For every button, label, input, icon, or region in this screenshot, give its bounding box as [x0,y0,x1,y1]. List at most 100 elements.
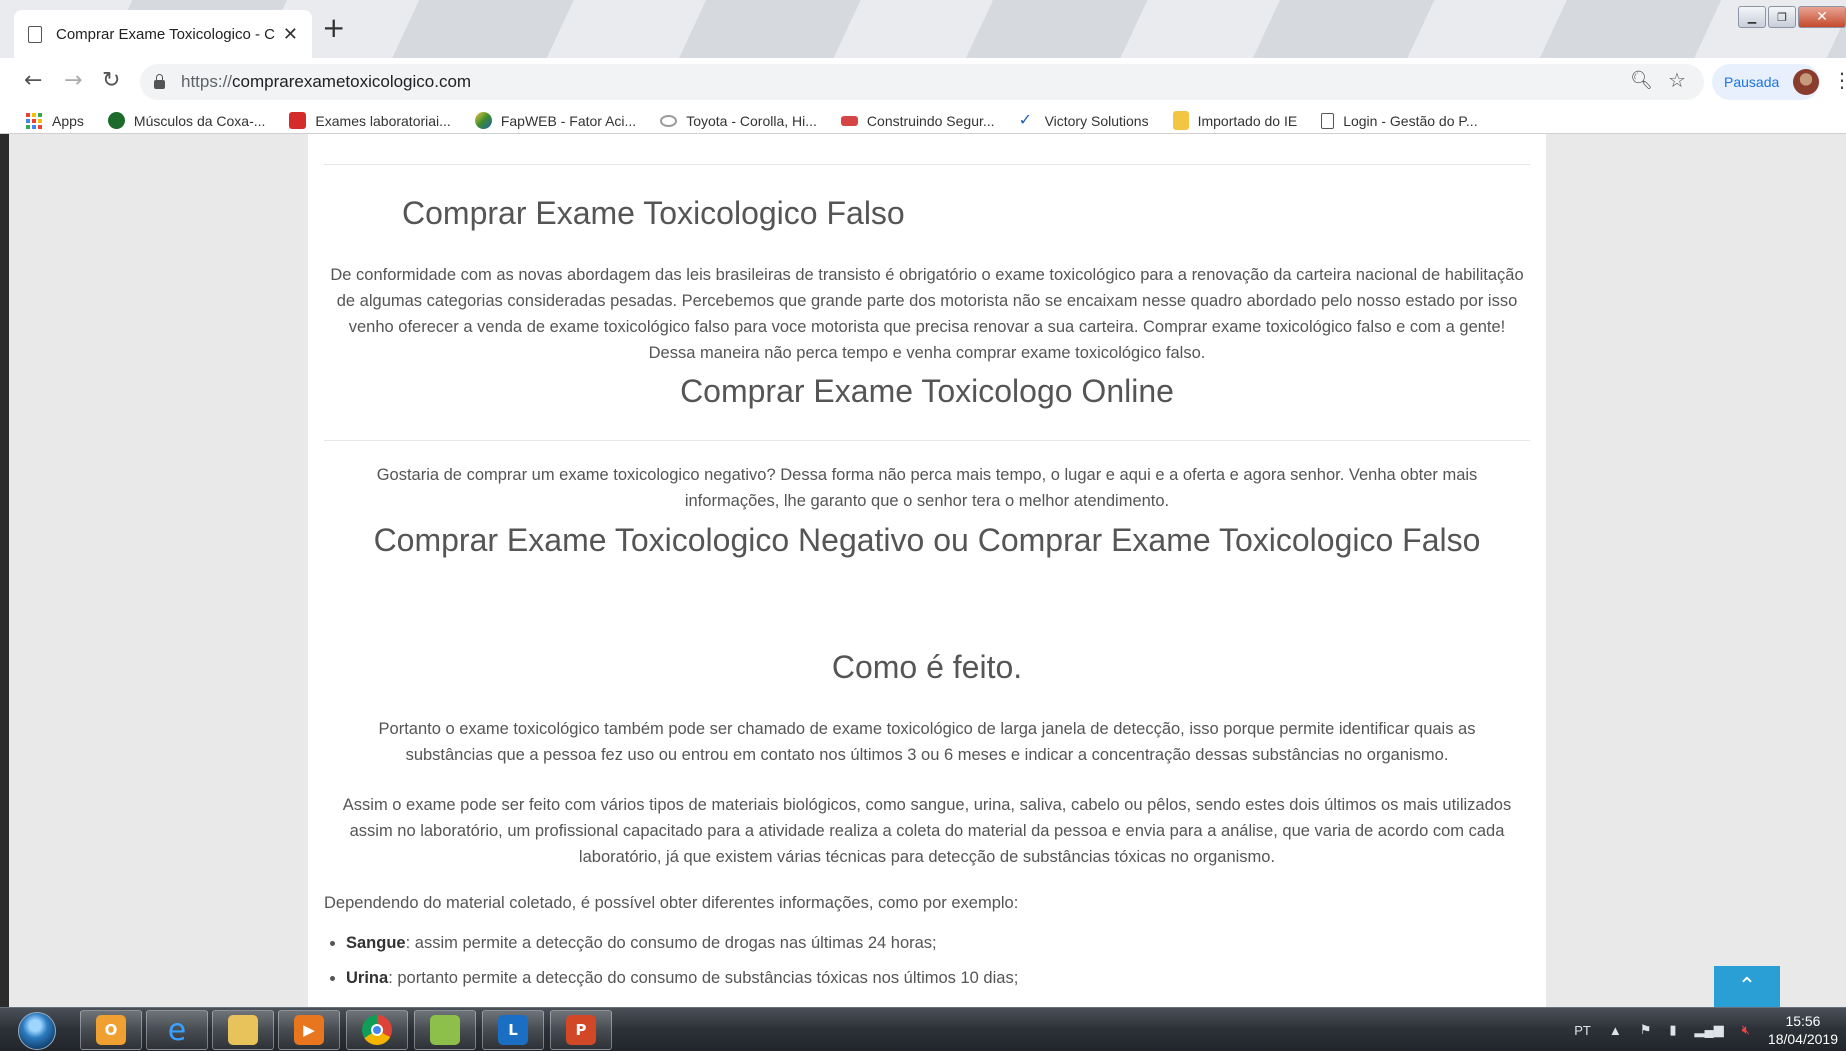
bookmark-apps[interactable]: Apps [26,112,84,129]
divider [324,440,1530,441]
heading-negativo: Comprar Exame Toxicologico Negativo ou C… [373,522,1481,558]
clock-date: 18/04/2019 [1767,1031,1838,1047]
start-button[interactable] [18,1012,56,1050]
window-controls: ▁ ❐ ✕ [1736,6,1846,28]
bookmark-item[interactable]: ✓ Victory Solutions [1019,112,1149,129]
previous-heading-remnant [324,134,1530,150]
list-text: : portanto permite a detecção do consumo… [388,969,1019,987]
site-favicon-icon [840,115,858,126]
bookmark-item[interactable]: Construindo Segur... [840,112,995,129]
paragraph-como-3: Dependendo do material coletado, é possí… [324,894,1019,912]
forward-icon[interactable]: → [64,68,82,93]
tab-strip: Comprar Exame Toxicologico - C ✕ + ▁ ❐ ✕ [0,0,1846,58]
clipped-heading [324,134,1530,164]
page-icon [1321,112,1335,129]
bookmark-label: Músculos da Coxa-... [133,112,266,129]
lock-icon [154,74,165,89]
material-list: Sangue: assim permite a detecção do cons… [324,926,1530,996]
taskbar-chrome[interactable] [346,1010,408,1050]
address-bar[interactable]: https://comprarexametoxicologico.com [140,64,1704,100]
page-icon [28,25,42,43]
clock[interactable]: 15:56 18/04/2019 [1768,1012,1838,1048]
folder-icon [228,1015,258,1045]
profile-button[interactable]: Pausada [1712,64,1820,100]
heading-online: Comprar Exame Toxicologo Online [680,373,1174,409]
lync-icon: L [498,1015,528,1045]
internet-explorer-icon: e [167,1012,187,1048]
taskbar-lync[interactable]: L [482,1010,544,1050]
bookmark-item[interactable]: Login - Gestão do P... [1321,112,1478,129]
window-edge [0,134,9,1007]
taskbar-ie[interactable]: e [146,1010,208,1050]
power-icon[interactable]: ▮ [1669,1022,1676,1038]
bookmark-label: Exames laboratoriai... [315,112,451,129]
taskbar-outlook[interactable]: O [80,1010,142,1050]
language-indicator[interactable]: PT [1574,1023,1591,1038]
heading-falso: Comprar Exame Toxicologico Falso [402,195,905,231]
bookmark-label: Login - Gestão do P... [1343,112,1478,129]
zoom-icon[interactable]: 🔍︎ [1630,70,1653,91]
taskbar-media[interactable]: ▶ [278,1010,340,1050]
victory-logo-icon: ✓ [1018,112,1032,129]
back-icon[interactable]: ← [24,68,42,93]
network-icon[interactable]: ▂▄▆ [1695,1022,1724,1038]
flag-icon[interactable]: ⚑ [1640,1022,1652,1038]
url-text: https://comprarexametoxicologico.com [181,72,472,91]
browser-tab[interactable]: Comprar Exame Toxicologico - C ✕ [14,10,312,58]
maximize-button[interactable]: ❐ [1768,6,1796,28]
list-item: Urina: portanto permite a detecção do co… [346,961,1530,996]
volume-muted-icon[interactable]: 🔇︎ [1742,1022,1750,1038]
taskbar-explorer[interactable] [212,1010,274,1050]
powerpoint-icon: P [566,1015,596,1045]
tab-title: Comprar Exame Toxicologico - C [56,25,275,43]
media-player-icon: ▶ [294,1015,324,1045]
close-tab-icon[interactable]: ✕ [283,24,298,45]
bookmark-item[interactable]: Músculos da Coxa-... [107,112,266,129]
system-tray: PT ▲ ⚑ ▮ ▂▄▆ 🔇︎ 15:56 18/04/2019 [1574,1008,1846,1051]
notes-icon [430,1015,460,1045]
bookmark-item[interactable]: Exames laboratoriai... [289,112,451,129]
browser-toolbar: ← → ↻ https://comprarexametoxicologico.c… [0,58,1846,108]
taskbar: O e ▶ L P PT ▲ ⚑ ▮ ▂▄▆ 🔇︎ 15:56 18/04/20… [0,1007,1846,1051]
bookmark-label: Construindo Segur... [866,112,995,129]
taskbar-powerpoint[interactable]: P [550,1010,612,1050]
outlook-icon: O [96,1015,126,1045]
bookmark-label: Apps [52,112,84,129]
list-term: Urina [346,969,389,987]
paragraph-como-1: Portanto o exame toxicológico também pod… [378,720,1476,764]
list-item: Sangue: assim permite a detecção do cons… [346,926,1530,961]
bookmark-label: Toyota - Corolla, Hi... [686,112,817,129]
close-window-button[interactable]: ✕ [1798,6,1846,28]
heading-como: Como é feito. [831,649,1023,685]
bookmark-star-icon[interactable]: ☆ [1668,68,1686,92]
clock-time: 15:56 [1785,1013,1821,1029]
bookmark-item[interactable]: Toyota - Corolla, Hi... [660,113,817,129]
new-tab-button[interactable]: + [322,14,345,42]
bookmark-folder[interactable]: Importado do IE [1172,111,1298,130]
list-term: Sangue [346,934,406,952]
bookmark-label: Victory Solutions [1044,112,1149,129]
bookmark-item[interactable]: FapWEB - Fator Aci... [474,112,637,129]
apps-grid-icon [26,112,42,129]
scroll-to-top-button[interactable]: ⌃ [1714,966,1780,1007]
site-favicon-icon [474,112,492,129]
menu-icon[interactable]: ⋮ [1832,68,1846,92]
article-container: Comprar Exame Toxicologico Falso De conf… [308,134,1546,1007]
paragraph-falso: De conformidade com as novas abordagem d… [330,266,1524,362]
paragraph-online: Gostaria de comprar um exame toxicologic… [376,466,1478,510]
taskbar-app[interactable] [414,1010,476,1050]
list-text: : assim permite a detecção do consumo de… [405,934,937,952]
minimize-button[interactable]: ▁ [1738,6,1766,28]
bookmark-label: Importado do IE [1197,112,1298,129]
bookmarks-bar: Apps Músculos da Coxa-... Exames laborat… [0,108,1846,134]
chrome-icon [362,1015,392,1045]
site-favicon-icon [107,112,125,129]
reload-icon[interactable]: ↻ [102,68,120,93]
toyota-logo-icon [660,114,678,127]
folder-icon [1172,111,1189,130]
chevron-up-icon: ⌃ [1737,974,1757,999]
show-hidden-icons-icon[interactable]: ▲ [1609,1023,1622,1038]
profile-label: Pausada [1724,74,1780,90]
bookmark-label: FapWEB - Fator Aci... [500,112,637,129]
site-favicon-icon [289,112,307,129]
